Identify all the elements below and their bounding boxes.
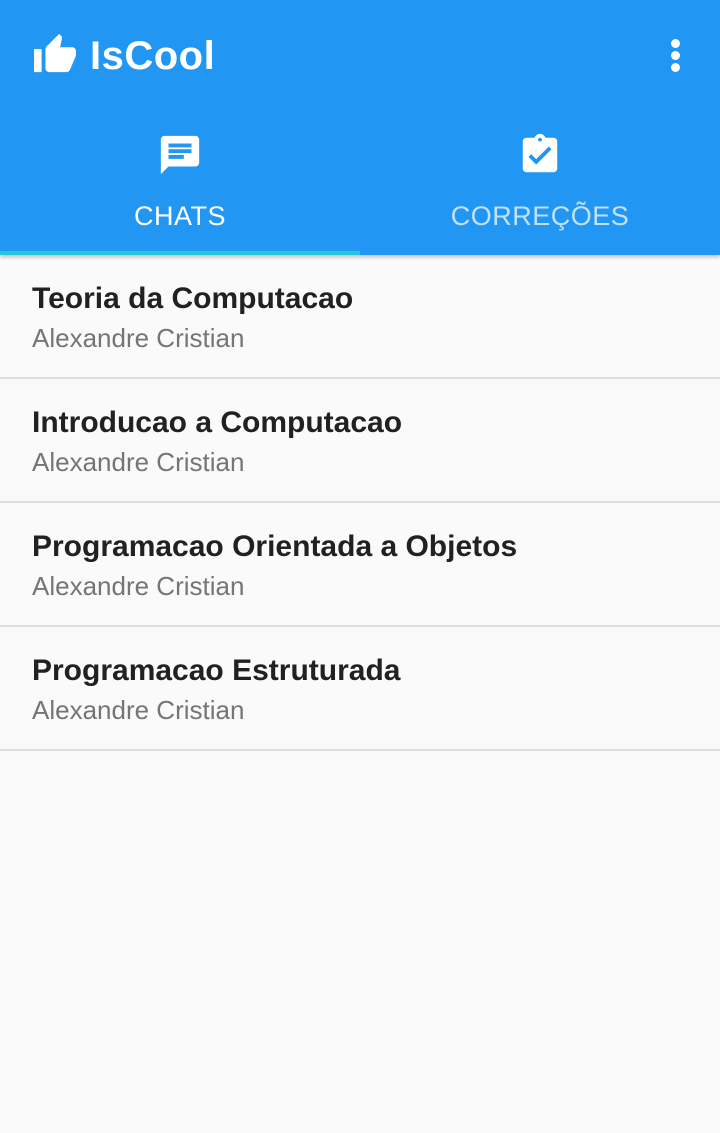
- tab-correcoes-label: CORREÇÕES: [450, 201, 630, 231]
- more-options-button[interactable]: [654, 30, 698, 80]
- chat-subtitle: Alexandre Cristian: [32, 323, 245, 353]
- chat-title: Teoria da Computacao: [32, 282, 354, 315]
- chat-subtitle: Alexandre Cristian: [32, 695, 245, 725]
- chat-subtitle: Alexandre Cristian: [32, 447, 245, 477]
- app-bar: IsCool CHATS CORREÇÕES: [0, 0, 720, 255]
- chat-title: Programacao Estruturada: [32, 654, 401, 687]
- chat-list-item[interactable]: Programacao Orientada a Objetos Alexandr…: [0, 503, 720, 627]
- tab-chats-label: CHATS: [133, 201, 226, 231]
- chat-list-item[interactable]: Teoria da Computacao Alexandre Cristian: [0, 255, 720, 379]
- tab-correcoes[interactable]: CORREÇÕES: [360, 112, 720, 255]
- chat-title: Introducao a Computacao: [32, 406, 403, 439]
- tab-indicator: [0, 251, 360, 255]
- chat-list: Teoria da Computacao Alexandre Cristian …: [0, 255, 720, 751]
- chat-title: Programacao Orientada a Objetos: [32, 530, 518, 563]
- chat-list-item[interactable]: Programacao Estruturada Alexandre Cristi…: [0, 627, 720, 751]
- tab-bar: CHATS CORREÇÕES: [0, 112, 720, 255]
- chat-subtitle: Alexandre Cristian: [32, 571, 245, 601]
- clipboard-check-icon: [522, 133, 558, 173]
- app-title: IsCool: [90, 34, 216, 78]
- chat-icon: [160, 135, 200, 175]
- app-screen: IsCool CHATS CORREÇÕES Teoria da Computa…: [0, 0, 720, 1133]
- chat-list-item[interactable]: Introducao a Computacao Alexandre Cristi…: [0, 379, 720, 503]
- thumb-up-icon: [34, 33, 76, 73]
- toolbar: IsCool: [0, 0, 720, 112]
- tab-chats[interactable]: CHATS: [0, 112, 360, 255]
